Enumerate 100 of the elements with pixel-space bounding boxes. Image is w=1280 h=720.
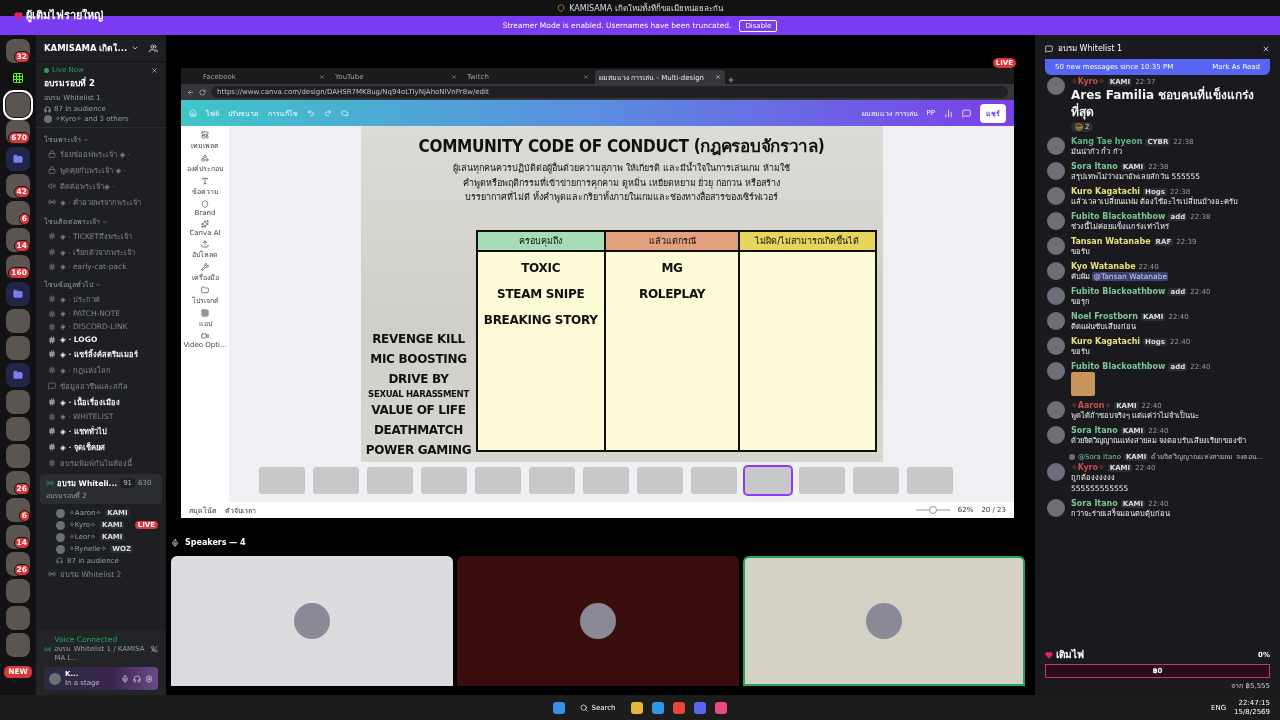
chat-title: อบรม Whitelist 1 [1058,43,1123,55]
rule-item: STEAM SNIPE [496,286,586,303]
avatar [1047,287,1065,305]
server-folder[interactable] [6,147,30,171]
chevron-icon [95,281,101,288]
hash-icon [48,335,56,344]
speakers-heading: Speakers — 4 [185,538,246,547]
browser-icon[interactable] [651,701,664,714]
folder-icon [13,289,23,299]
search-icon [580,703,589,712]
page-thumbnail[interactable] [475,466,521,494]
username: Sora Itano [1071,426,1118,435]
stage-icon [48,198,56,206]
message-text: Ares Familia ชอบคนที่แข็งแกร่งที่สุด [1071,87,1256,121]
microphone-icon[interactable] [121,674,129,683]
username: Fubito Blackoathbow [1071,287,1166,296]
username: ✧Kyro✧ [1071,463,1105,472]
hash-icon [48,412,56,421]
chevron-icon [131,44,140,52]
page-thumbnail[interactable] [691,466,737,494]
redo-icon[interactable] [324,109,332,117]
column-heading: ไม่ผิด/ไม่สามารถเกิดขึ้นได้ [740,232,875,252]
page-thumbnail[interactable] [367,466,413,494]
avatar [1047,463,1065,481]
music-icon[interactable] [714,701,727,714]
server-folder[interactable] [6,363,30,387]
avatar [44,115,52,123]
chat-app-icon[interactable] [693,701,706,714]
avatar [1047,337,1065,355]
comment-icon[interactable] [962,108,971,118]
lock-icon [48,166,56,174]
live-dot [44,67,49,73]
username: Kuro Kagatachi [1071,187,1141,196]
page-thumbnail[interactable] [529,466,575,494]
avatar [1047,499,1065,517]
username: Fubito Blackoathbow [1071,212,1166,221]
rule-item: SEXUAL HARASSMENT [368,389,469,400]
username: Noel Frostborn [1071,312,1138,321]
rule-item: BREAKING STORY [482,312,599,329]
page-thumbnail[interactable] [799,466,845,494]
server-folder[interactable] [6,282,30,306]
start-icon[interactable] [553,701,566,714]
headphones-icon[interactable] [133,674,141,683]
page-thumbnail[interactable] [259,466,305,494]
username: Kang Tae hyeon [1071,137,1143,146]
tool-icon [201,240,209,248]
username: Kyo Watanabe [1071,262,1136,271]
chart-icon[interactable] [944,108,953,118]
hash-icon [48,366,56,374]
page-thumbnail[interactable] [853,466,899,494]
grid-icon [12,72,24,84]
browser-icon[interactable] [672,701,685,714]
tool-icon [201,332,209,340]
tool-icon [201,309,209,317]
heart-icon [14,10,23,20]
speaker-icon [48,182,56,190]
lock-icon [48,150,56,158]
avatar [580,603,616,639]
avatar [1047,426,1065,444]
undo-icon[interactable] [307,109,315,117]
avatar [1047,162,1065,180]
photo-placeholder [1071,372,1095,396]
username: Fubito Blackoathbow [1071,362,1166,371]
hash-icon [48,443,56,451]
close-icon[interactable] [1262,44,1270,53]
rule-item: POWER GAMING [365,442,472,459]
page-thumbnail[interactable] [907,466,953,494]
avatar [49,672,61,685]
tool-icon [201,263,209,271]
avatar [1047,312,1065,330]
avatar [866,603,902,639]
rule-item: DEATHMATCH [373,422,464,439]
reload-icon[interactable] [199,88,206,96]
back-icon[interactable] [187,88,194,96]
folder-icon[interactable] [630,701,643,714]
new-tab-icon[interactable] [727,76,735,84]
server-logo[interactable] [6,66,30,90]
username: Tansan Watanabe [1071,237,1151,246]
avatar [1047,401,1065,419]
stage-title: อบรมรอบที่ 2 [44,76,96,90]
chevron-icon [102,218,108,225]
tool-icon [201,220,209,228]
hash-icon [48,322,56,331]
slide-title: COMMUNITY CODE OF CONDUCT (กฎครอบจักรวาล) [418,135,825,158]
rule-item: MIC BOOSTING [370,351,467,368]
avatar [1047,187,1065,205]
page-thumbnail[interactable] [583,466,629,494]
tool-icon [201,200,209,208]
username: ✧Kyro✧ [1071,77,1105,86]
disconnect-icon[interactable] [151,645,158,653]
heart-icon [1045,650,1053,659]
home-icon[interactable] [189,109,197,117]
page-thumbnail[interactable] [637,466,683,494]
settings-icon[interactable] [145,674,153,683]
page-thumbnail[interactable] [313,466,359,494]
column-heading: แล้วแต่กรณี [605,232,739,252]
page-thumbnail[interactable] [421,466,467,494]
forum-icon [48,382,56,390]
page-thumbnail[interactable] [745,466,791,494]
slider-thumb[interactable] [928,506,937,514]
